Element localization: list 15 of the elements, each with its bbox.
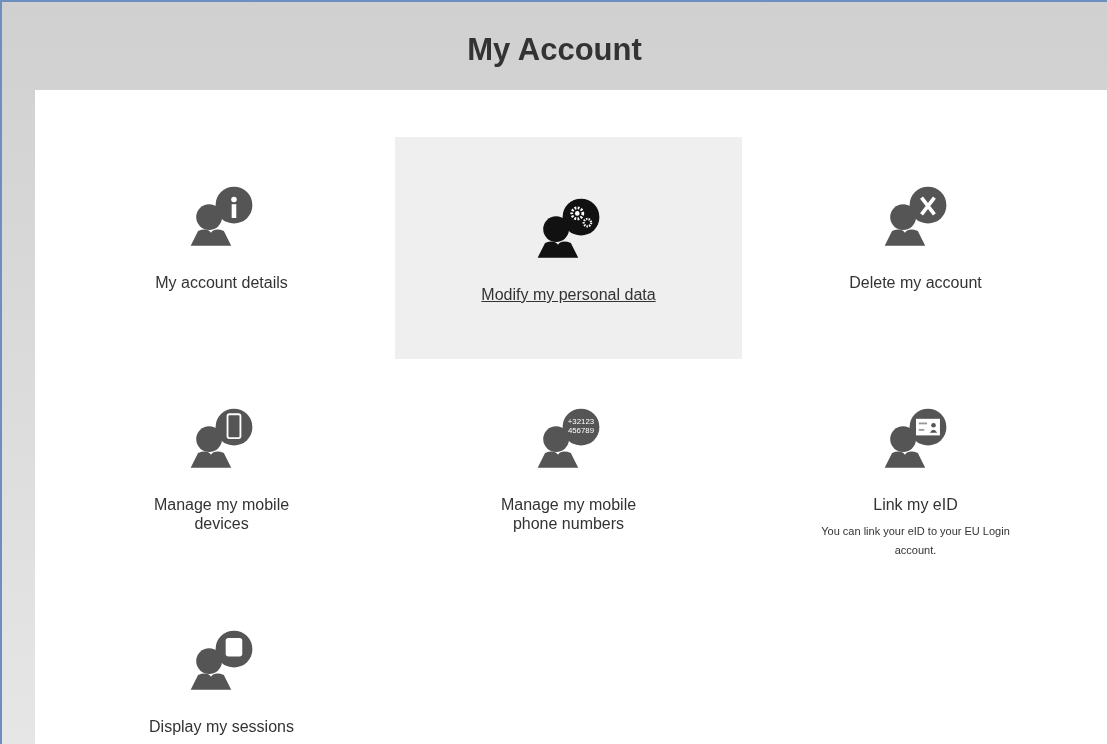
menu-tile[interactable]: Delete my account (742, 137, 1089, 359)
tile-label: Link my eID (872, 495, 959, 514)
menu-tile[interactable]: Modify my personal data (395, 137, 742, 359)
menu-tile[interactable]: Display my sessions (48, 581, 395, 744)
tile-label: Manage my mobile devices (152, 495, 291, 533)
menu-tile[interactable]: My account details (48, 137, 395, 359)
tile-label: Modify my personal data (480, 285, 657, 304)
tile-label: My account details (154, 273, 289, 292)
tile-label: Display my sessions (148, 717, 295, 736)
menu-tile[interactable]: Manage my mobile devices (48, 359, 395, 581)
tile-label: Manage my mobile phone numbers (499, 495, 638, 533)
tile-description: You can link your eID to your EU Login account. (820, 524, 1011, 558)
tile-label: Delete my account (848, 273, 983, 292)
menu-tile[interactable]: Link my eID You can link your eID to your EU Login account. (742, 359, 1089, 581)
page-title: My Account (467, 32, 642, 68)
